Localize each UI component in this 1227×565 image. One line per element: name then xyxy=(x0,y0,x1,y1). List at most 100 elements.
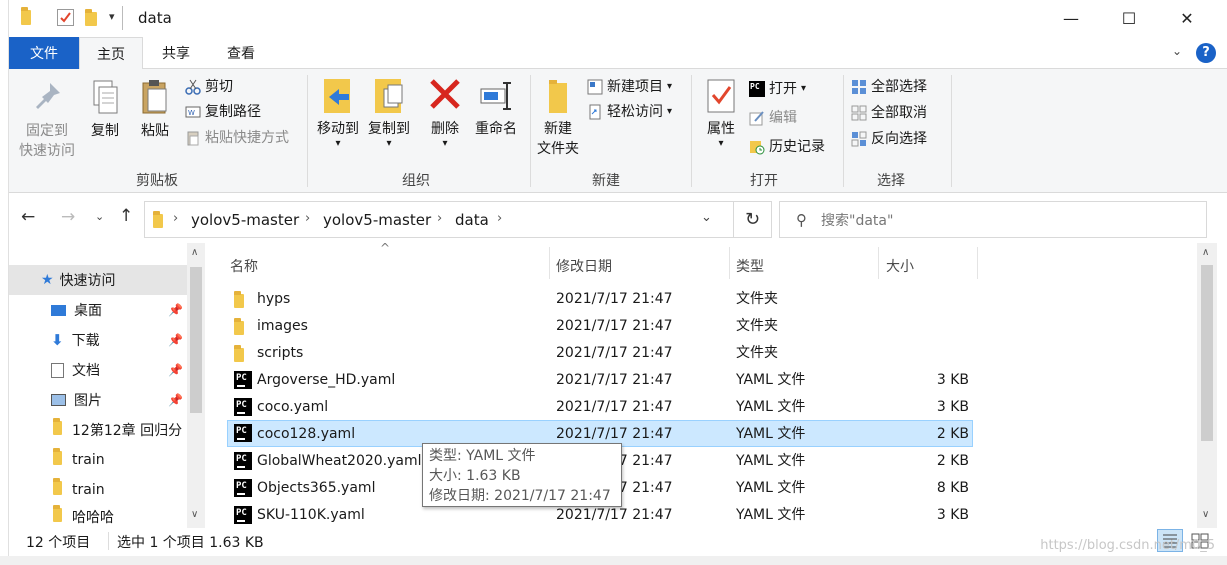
new-folder-button[interactable]: 新建 文件夹 xyxy=(533,77,583,159)
copy-to-button[interactable]: 复制到 ▾ xyxy=(364,77,414,149)
nav-item-quick-access[interactable]: ★ 快速访问 xyxy=(9,265,187,295)
properties-check-icon[interactable] xyxy=(57,9,74,26)
select-all-button[interactable]: 全部选择 xyxy=(851,76,927,98)
clipboard-group-label: 剪贴板 xyxy=(136,173,178,189)
pinned-icon[interactable]: 📌 xyxy=(168,363,183,377)
scroll-up-chevron-icon[interactable]: ∧ xyxy=(1202,247,1209,258)
file-size: 3 KB xyxy=(936,372,969,388)
nav-item-documents[interactable]: 文档 📌 xyxy=(9,355,187,385)
refresh-button[interactable]: ↻ xyxy=(734,201,772,238)
column-divider[interactable] xyxy=(549,247,550,279)
column-header-size[interactable]: 大小 xyxy=(886,249,914,283)
recent-locations-chevron-icon[interactable]: ⌄ xyxy=(95,210,104,223)
pinned-icon[interactable]: 📌 xyxy=(168,333,183,347)
select-none-button[interactable]: 全部取消 xyxy=(851,102,927,124)
nav-item-desktop[interactable]: 桌面 📌 xyxy=(9,295,187,325)
delete-button[interactable]: 删除 ▾ xyxy=(423,77,467,149)
file-name: images xyxy=(257,318,308,334)
properties-button[interactable]: 属性 ▾ xyxy=(699,77,743,149)
pin-to-quick-access-button[interactable]: 固定到 快速访问 xyxy=(15,79,79,161)
nav-scrollbar[interactable]: ∧ ∨ xyxy=(187,243,205,528)
tab-home[interactable]: 主页 xyxy=(79,37,143,70)
customize-toolbar-chevron-icon[interactable]: ▾ xyxy=(109,10,115,23)
table-row[interactable]: PC coco.yaml 2021/7/17 21:47 YAML 文件 3 K… xyxy=(227,394,973,421)
file-size: 2 KB xyxy=(936,453,969,469)
nav-item-folder[interactable]: train xyxy=(9,445,187,475)
search-input[interactable]: ⚲ 搜索"data" xyxy=(779,201,1207,238)
pinned-icon[interactable]: 📌 xyxy=(168,393,183,407)
move-to-button[interactable]: 移动到 ▾ xyxy=(313,77,363,149)
search-placeholder: 搜索"data" xyxy=(821,212,894,229)
file-type: YAML 文件 xyxy=(736,453,806,469)
easy-access-button[interactable]: 轻松访问 ▾ xyxy=(587,101,672,123)
window-title: data xyxy=(138,9,172,27)
file-list-scrollbar[interactable]: ∧ ∨ xyxy=(1197,243,1217,528)
tab-view[interactable]: 查看 xyxy=(209,37,273,69)
address-bar[interactable]: › yolov5-master › yolov5-master › data ›… xyxy=(144,201,734,238)
table-row[interactable]: hyps 2021/7/17 21:47 文件夹 xyxy=(227,286,973,313)
cut-button[interactable]: 剪切 xyxy=(185,76,233,98)
table-row[interactable]: scripts 2021/7/17 21:47 文件夹 xyxy=(227,340,973,367)
new-folder-icon xyxy=(541,77,575,113)
nav-item-pictures[interactable]: 图片 📌 xyxy=(9,385,187,415)
scroll-up-chevron-icon[interactable]: ∧ xyxy=(191,247,198,258)
breadcrumb-separator-icon[interactable]: › xyxy=(437,211,442,226)
maximize-button[interactable]: ☐ xyxy=(1100,0,1158,37)
nav-item-folder[interactable]: train xyxy=(9,475,187,505)
new-item-button[interactable]: 新建项目 ▾ xyxy=(587,76,672,98)
forward-arrow-icon[interactable]: → xyxy=(61,207,75,227)
folder-icon xyxy=(21,7,31,29)
minimize-button[interactable]: — xyxy=(1042,0,1100,37)
breadcrumb-separator-icon[interactable]: › xyxy=(173,211,178,226)
nav-item-label: 哈哈哈 xyxy=(72,509,114,526)
breadcrumb-data[interactable]: data xyxy=(455,211,489,229)
help-icon[interactable]: ? xyxy=(1196,43,1216,63)
tab-file[interactable]: 文件 xyxy=(9,37,79,69)
history-button[interactable]: 历史记录 xyxy=(749,136,825,158)
breadcrumb-yolov5-master-inner[interactable]: yolov5-master xyxy=(323,211,431,229)
new-folder-quick-icon[interactable] xyxy=(85,9,97,30)
scroll-down-chevron-icon[interactable]: ∨ xyxy=(1202,509,1209,520)
edit-button[interactable]: 编辑 xyxy=(749,107,797,129)
collapse-ribbon-chevron-icon[interactable]: ⌄ xyxy=(1172,44,1182,58)
copy-button[interactable]: 复制 xyxy=(83,79,127,141)
file-list-scroll-thumb[interactable] xyxy=(1201,265,1213,441)
column-divider[interactable] xyxy=(729,247,730,279)
column-header-type[interactable]: 类型 xyxy=(736,249,764,283)
back-arrow-icon[interactable]: ← xyxy=(21,207,35,227)
file-size: 3 KB xyxy=(936,507,969,523)
column-header-modified[interactable]: 修改日期 xyxy=(556,249,612,283)
breadcrumb-separator-icon[interactable]: › xyxy=(497,211,502,226)
pinned-icon[interactable]: 📌 xyxy=(168,303,183,317)
address-history-chevron-icon[interactable]: ⌄ xyxy=(701,210,712,225)
nav-scroll-thumb[interactable] xyxy=(190,267,202,413)
tab-share[interactable]: 共享 xyxy=(143,37,209,69)
copy-path-button[interactable]: W 复制路径 xyxy=(185,101,261,123)
table-row[interactable]: images 2021/7/17 21:47 文件夹 xyxy=(227,313,973,340)
paste-button[interactable]: 粘贴 xyxy=(133,79,177,141)
nav-item-downloads[interactable]: ⬇ 下载 📌 xyxy=(9,325,187,355)
rename-button[interactable]: 重命名 xyxy=(471,77,521,139)
desktop-icon xyxy=(51,304,66,316)
file-size: 8 KB xyxy=(936,480,969,496)
new-item-icon xyxy=(587,79,603,95)
column-divider[interactable] xyxy=(977,247,978,279)
table-row[interactable]: PC Argoverse_HD.yaml 2021/7/17 21:47 YAM… xyxy=(227,367,973,394)
copy-to-label: 复制到 xyxy=(368,121,410,137)
file-info-tooltip: 类型: YAML 文件 大小: 1.63 KB 修改日期: 2021/7/17 … xyxy=(422,443,622,507)
breadcrumb-yolov5-master[interactable]: yolov5-master xyxy=(191,211,299,229)
history-label: 历史记录 xyxy=(769,139,825,155)
refresh-icon: ↻ xyxy=(744,209,761,230)
new-folder-label-line1: 新建 xyxy=(544,121,572,137)
nav-item-folder[interactable]: 12第12章 回归分 xyxy=(9,415,187,445)
close-button[interactable]: ✕ xyxy=(1158,0,1216,37)
breadcrumb-separator-icon[interactable]: › xyxy=(305,211,310,226)
open-button[interactable]: PC 打开 ▾ xyxy=(749,78,806,100)
up-arrow-icon[interactable]: ↑ xyxy=(119,206,133,226)
column-divider[interactable] xyxy=(878,247,879,279)
paste-shortcut-button[interactable]: 粘贴快捷方式 xyxy=(185,127,289,149)
invert-selection-button[interactable]: 反向选择 xyxy=(851,128,927,150)
column-header-name[interactable]: 名称 xyxy=(230,249,258,283)
scroll-down-chevron-icon[interactable]: ∨ xyxy=(191,509,198,520)
nav-item-folder[interactable]: 哈哈哈 xyxy=(9,505,187,528)
